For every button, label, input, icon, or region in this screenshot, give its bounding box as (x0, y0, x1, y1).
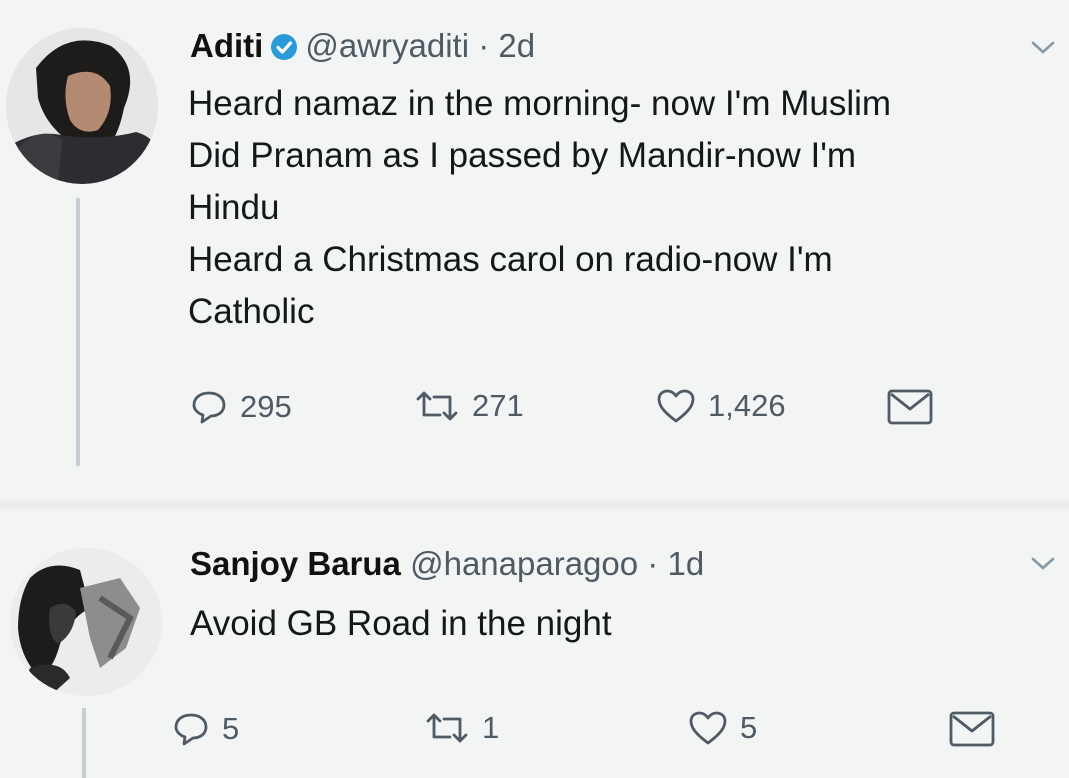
tweet-line: Hindu (188, 188, 280, 227)
message-icon (948, 710, 996, 748)
separator-dot: · (478, 27, 490, 64)
retweet-button[interactable]: 1 (424, 710, 499, 746)
verified-badge-icon (269, 31, 299, 61)
separator-dot: · (647, 545, 659, 582)
chevron-down-icon[interactable] (1030, 556, 1056, 577)
tweet-text: Avoid GB Road in the night (190, 598, 612, 650)
message-icon (886, 388, 934, 426)
tweet-actions: 295 271 1,426 (0, 388, 1069, 438)
author-name[interactable]: Aditi (190, 27, 263, 64)
retweet-icon (414, 389, 460, 423)
retweet-icon (424, 711, 470, 745)
timestamp[interactable]: 2d (498, 27, 535, 64)
retweet-button[interactable]: 271 (414, 388, 524, 424)
reply-count: 5 (222, 711, 240, 746)
tweet-header: Sanjoy Barua @hanaparagoo · 1d (190, 544, 704, 584)
reply-button[interactable]: 295 (190, 388, 292, 426)
reply-button[interactable]: 5 (172, 710, 239, 748)
retweet-count: 1 (482, 710, 500, 745)
chevron-down-icon[interactable] (1030, 40, 1056, 61)
retweet-count: 271 (472, 388, 524, 423)
like-button[interactable]: 1,426 (656, 388, 786, 424)
tweet-aditi[interactable]: Aditi @awryaditi · 2d Heard namaz in the … (0, 0, 1069, 500)
message-button[interactable] (886, 388, 934, 426)
avatar-photo (6, 28, 158, 184)
author-handle[interactable]: @hanaparagoo (410, 545, 638, 582)
tweet-line: Avoid GB Road in the night (190, 604, 612, 643)
reply-count: 295 (240, 389, 292, 424)
tweet-sanjoy[interactable]: Sanjoy Barua @hanaparagoo · 1d Avoid GB … (0, 500, 1069, 778)
avatar[interactable] (6, 28, 158, 184)
like-icon (688, 710, 728, 746)
tweet-header: Aditi @awryaditi · 2d (190, 26, 535, 66)
like-icon (656, 388, 696, 424)
reply-icon (190, 388, 228, 426)
tweet-line: Heard namaz in the morning- now I'm Musl… (188, 84, 892, 123)
avatar-photo (10, 548, 162, 696)
tweet-line: Heard a Christmas carol on radio-now I'm (188, 240, 833, 279)
tweet-line: Did Pranam as I passed by Mandir-now I'm (188, 136, 857, 175)
like-count: 1,426 (708, 388, 786, 423)
like-count: 5 (740, 710, 758, 745)
like-button[interactable]: 5 (688, 710, 757, 746)
tweet-actions: 5 1 5 (0, 710, 1069, 760)
timestamp[interactable]: 1d (667, 545, 704, 582)
tweet-line: Catholic (188, 292, 315, 331)
tweet-text: Heard namaz in the morning- now I'm Musl… (188, 78, 891, 338)
author-handle[interactable]: @awryaditi (305, 27, 469, 64)
reply-icon (172, 710, 210, 748)
message-button[interactable] (948, 710, 996, 748)
avatar[interactable] (10, 548, 162, 696)
author-name[interactable]: Sanjoy Barua (190, 545, 401, 582)
